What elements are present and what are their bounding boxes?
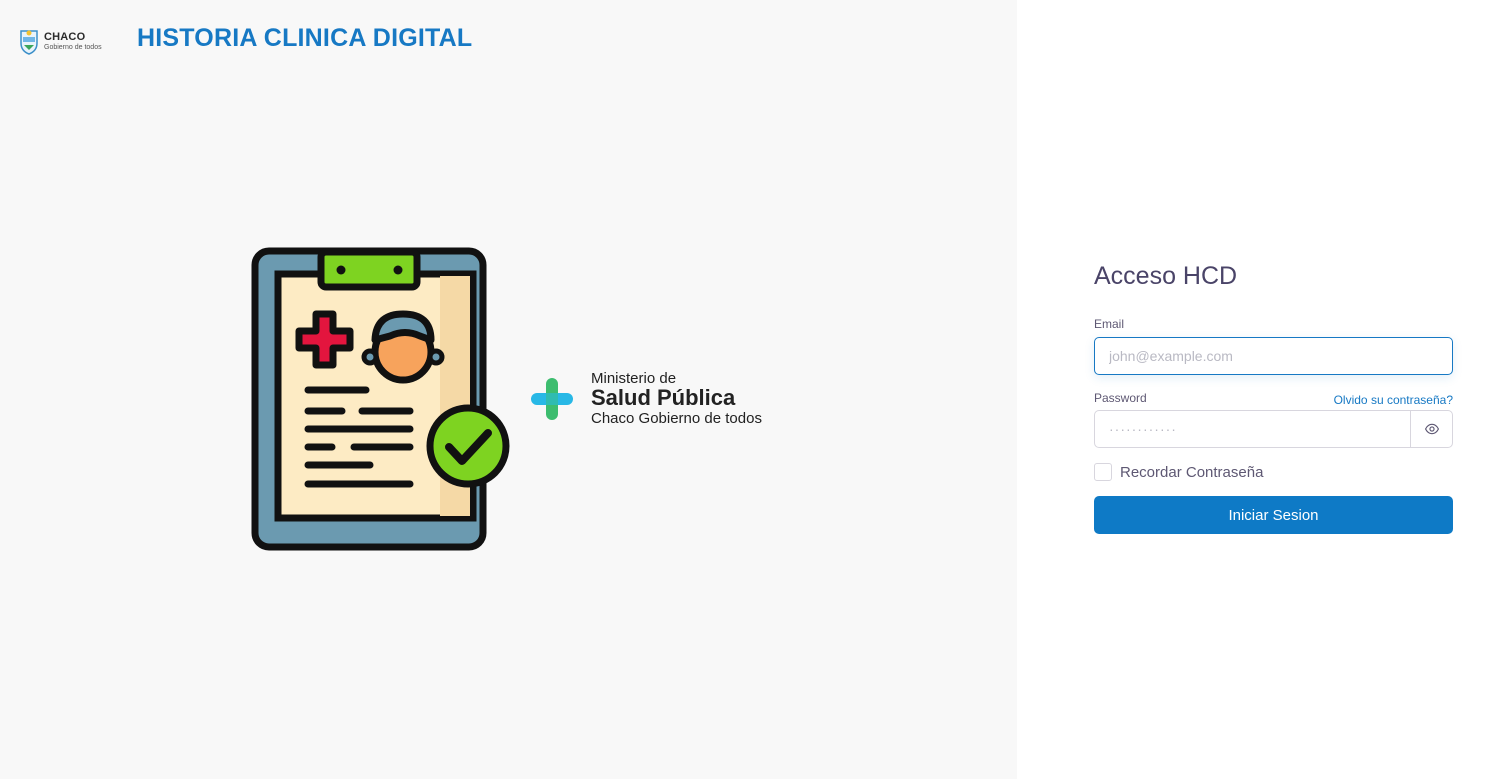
password-input[interactable] <box>1095 411 1410 447</box>
forgot-password-link[interactable]: Olvido su contraseña? <box>1334 393 1453 407</box>
email-label: Email <box>1094 317 1125 331</box>
password-visibility-toggle[interactable] <box>1410 411 1452 447</box>
chaco-logo: CHACO Gobierno de todos <box>18 26 110 56</box>
remember-password-row: Recordar Contraseña <box>1094 462 1263 482</box>
ministry-line3: Chaco Gobierno de todos <box>591 410 762 427</box>
clipboard-patient-check-icon <box>251 247 510 551</box>
eye-icon <box>1424 423 1439 435</box>
illustration-pane: CHACO Gobierno de todos HISTORIA CLINICA… <box>0 0 1017 779</box>
remember-password-label[interactable]: Recordar Contraseña <box>1120 464 1263 481</box>
login-pane <box>1017 0 1501 779</box>
login-button[interactable]: Iniciar Sesion <box>1094 496 1453 534</box>
app-title: HISTORIA CLINICA DIGITAL <box>137 24 473 52</box>
ministry-line2: Salud Pública <box>591 385 736 410</box>
chaco-seal-icon <box>20 30 38 55</box>
password-label: Password <box>1094 391 1147 405</box>
logo-subtitle: Gobierno de todos <box>44 43 102 51</box>
remember-password-checkbox[interactable] <box>1094 463 1112 481</box>
email-input[interactable] <box>1094 337 1453 375</box>
logo-title: CHACO <box>44 30 86 43</box>
ministry-logo: Ministerio de Salud Pública Chaco Gobier… <box>528 370 798 430</box>
health-plus-icon <box>531 378 573 420</box>
login-title: Acceso HCD <box>1094 262 1238 290</box>
password-field-group <box>1094 410 1453 448</box>
